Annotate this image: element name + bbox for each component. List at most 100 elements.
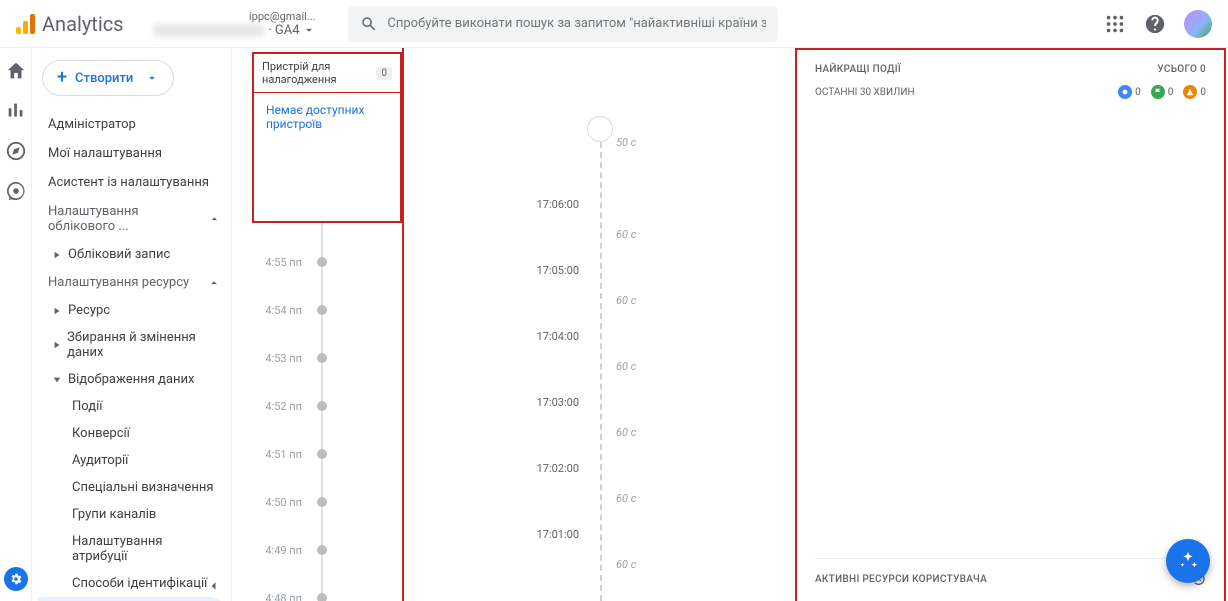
sec-gap-label: 60 с xyxy=(616,492,636,505)
sidebar-item-admin[interactable]: Адміністратор xyxy=(38,110,227,139)
minute-dot-icon xyxy=(317,401,327,411)
subitem-conversions[interactable]: Конверсії xyxy=(38,420,227,447)
triangle-right-icon xyxy=(53,251,61,259)
sec-gap-label: 60 с xyxy=(616,426,636,439)
minute-row[interactable]: 4:51 пп xyxy=(232,430,402,478)
subitem-channel-groups[interactable]: Групи каналів xyxy=(38,501,227,528)
subitem-attribution-settings[interactable]: Налаштування атрибуції xyxy=(38,528,227,570)
account-email: ippc@gmail... xyxy=(146,10,316,23)
minute-label: 4:51 пп xyxy=(232,448,312,461)
chevron-up-icon xyxy=(208,212,221,226)
create-label: Створити xyxy=(75,71,133,86)
home-icon[interactable] xyxy=(5,60,27,82)
insights-fab[interactable] xyxy=(1166,539,1210,583)
event-icon xyxy=(1121,88,1129,96)
apps-icon[interactable] xyxy=(1104,13,1126,35)
chip-conversions: 0 xyxy=(1151,85,1174,99)
tree-item-account[interactable]: Обліковий запис xyxy=(38,241,227,268)
seconds-timeline: 50 с 17:06:00 60 с 17:05:00 60 с 17:04:00 60 … xyxy=(402,48,797,601)
error-icon xyxy=(1186,88,1194,96)
search-box[interactable] xyxy=(348,6,778,42)
reports-icon[interactable] xyxy=(5,100,27,122)
sec-gap-label: 60 с xyxy=(616,558,636,571)
second-time-label: 17:04:00 xyxy=(404,330,579,343)
second-row: 17:01:00 xyxy=(404,528,795,541)
minute-row[interactable]: 4:49 пп xyxy=(232,526,402,574)
minute-label: 4:52 пп xyxy=(232,400,312,413)
create-button[interactable]: + Створити xyxy=(42,60,174,96)
sparkle-gear-icon xyxy=(1177,550,1199,572)
help-icon[interactable] xyxy=(1144,13,1166,35)
admin-gear-button[interactable] xyxy=(4,567,28,591)
collapse-sidebar-icon[interactable] xyxy=(205,577,223,595)
minute-row[interactable]: 4:54 пп xyxy=(232,286,402,334)
nav-rail xyxy=(0,48,32,601)
debug-device-count: 0 xyxy=(376,67,392,80)
subitem-events[interactable]: Події xyxy=(38,393,227,420)
minute-row[interactable]: 4:53 пп xyxy=(232,334,402,382)
analytics-logo-icon xyxy=(16,14,36,34)
minute-dot-icon xyxy=(317,497,327,507)
explore-icon[interactable] xyxy=(5,140,27,162)
triangle-down-icon xyxy=(53,376,61,384)
sec-gap-label: 60 с xyxy=(616,294,636,307)
sidebar-item-my-settings[interactable]: Мої налаштування xyxy=(38,139,227,168)
minute-row[interactable]: 4:48 пп xyxy=(232,574,402,601)
property-picker[interactable]: ippc@gmail... · GA4 xyxy=(138,8,324,40)
minute-row[interactable]: 4:55 пп xyxy=(232,238,402,286)
sec-gap-label: 60 с xyxy=(616,360,636,373)
minute-label: 4:55 пп xyxy=(232,256,312,269)
chevron-down-icon xyxy=(302,23,316,37)
second-row: 17:02:00 xyxy=(404,462,795,475)
search-input[interactable] xyxy=(387,16,765,31)
subitem-custom-definitions[interactable]: Спеціальні визначення xyxy=(38,474,227,501)
second-time-label: 17:02:00 xyxy=(404,462,579,475)
minute-label: 4:54 пп xyxy=(232,304,312,317)
user-avatar[interactable] xyxy=(1184,10,1212,38)
tree-item-data-collection[interactable]: Збирання й змінення даних xyxy=(38,324,227,366)
sec-gap-label: 50 с xyxy=(616,136,636,149)
total-label: УСЬОГО 0 xyxy=(1157,64,1206,75)
last-30-label: ОСТАННІ 30 ХВИЛИН xyxy=(815,87,915,98)
second-time-label: 17:06:00 xyxy=(404,198,579,211)
sidebar-item-setup-assistant[interactable]: Асистент із налаштування xyxy=(38,168,227,197)
subitem-debugview[interactable]: DebugView xyxy=(38,597,227,601)
minute-row[interactable]: 4:50 пп xyxy=(232,478,402,526)
chip-errors: 0 xyxy=(1183,85,1206,99)
debug-device-empty: Немає доступних пристроїв xyxy=(266,103,364,131)
second-time-label: 17:01:00 xyxy=(404,528,579,541)
debug-device-label: Пристрій для налагодження xyxy=(262,60,376,86)
events-summary-panel: НАЙКРАЩІ ПОДІЇ УСЬОГО 0 ОСТАННІ 30 ХВИЛИ… xyxy=(797,48,1226,601)
second-time-label: 17:05:00 xyxy=(404,264,579,277)
section-resource-settings[interactable]: Налаштування ресурсу xyxy=(38,268,227,297)
minute-dot-icon xyxy=(317,545,327,555)
advertising-icon[interactable] xyxy=(5,180,27,202)
property-name-blurred xyxy=(154,24,264,37)
flag-icon xyxy=(1154,88,1162,96)
top-events-label: НАЙКРАЩІ ПОДІЇ xyxy=(815,64,901,75)
subitem-identity[interactable]: Способи ідентифікації xyxy=(38,570,227,597)
minute-dot-icon xyxy=(317,305,327,315)
admin-sidebar: + Створити Адміністратор Мої налаштуванн… xyxy=(32,48,232,601)
second-row: 17:05:00 xyxy=(404,264,795,277)
minute-dot-icon xyxy=(317,449,327,459)
tree-item-data-display[interactable]: Відображення даних xyxy=(38,366,227,393)
subitem-audiences[interactable]: Аудиторії xyxy=(38,447,227,474)
minute-label: 4:50 пп xyxy=(232,496,312,509)
minute-label: 4:53 пп xyxy=(232,352,312,365)
minute-row[interactable]: 4:52 пп xyxy=(232,382,402,430)
second-row: 17:03:00 xyxy=(404,396,795,409)
active-user-props-label: АКТИВНІ РЕСУРСИ КОРИСТУВАЧА xyxy=(815,574,987,585)
property-suffix: · GA4 xyxy=(268,23,299,38)
second-row: 17:04:00 xyxy=(404,330,795,343)
chevron-down-icon xyxy=(145,71,159,85)
chip-general-events: 0 xyxy=(1118,85,1141,99)
product-name: Analytics xyxy=(42,12,124,36)
debug-device-dropdown[interactable]: Пристрій для налагодження 0 Немає доступ… xyxy=(252,52,402,223)
tree-item-resource[interactable]: Ресурс xyxy=(38,297,227,324)
minute-label: 4:49 пп xyxy=(232,544,312,557)
minute-dot-icon xyxy=(317,593,327,601)
section-account-settings[interactable]: Налаштування облікового ... xyxy=(38,197,227,241)
minute-dot-icon xyxy=(317,353,327,363)
second-time-label: 17:03:00 xyxy=(404,396,579,409)
